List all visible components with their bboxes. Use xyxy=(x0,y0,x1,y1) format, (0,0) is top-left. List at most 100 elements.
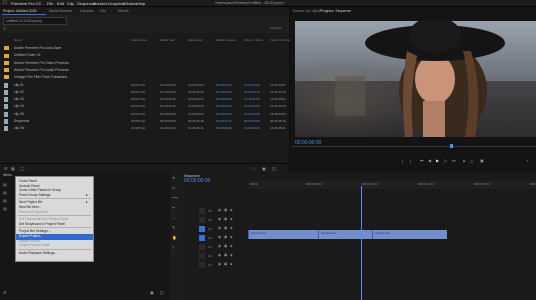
lock-icon[interactable]: ▣ xyxy=(224,262,227,266)
menu-item-clip[interactable]: Clip xyxy=(67,1,74,6)
playhead-bar[interactable] xyxy=(292,146,536,147)
menu-item[interactable]: Audio Playback Settings... xyxy=(19,251,57,256)
video-preview[interactable] xyxy=(295,21,536,137)
go-to-out-icon[interactable]: ⏭ xyxy=(452,158,456,163)
menu-item-file[interactable]: File xyxy=(47,1,53,6)
timeline-playhead[interactable] xyxy=(361,186,362,300)
column-header-video-out[interactable]: Video Out Point xyxy=(270,38,291,42)
timeline-clip[interactable]: clip 03.mov xyxy=(372,230,447,239)
selection-tool-icon[interactable]: ➤ xyxy=(172,175,175,180)
mark-in-icon[interactable]: { xyxy=(402,158,403,163)
icon-view-icon[interactable]: ▦ xyxy=(11,166,15,171)
timeline-clip[interactable]: clip 01.mov xyxy=(248,230,319,239)
list-item[interactable]: clip 06 23.976 fps 14:36:20:03 14:36:28:11 0… xyxy=(0,125,289,132)
ripple-edit-icon[interactable]: ⟶ xyxy=(172,195,178,200)
dropdown-anchor-label[interactable]: Menu xyxy=(3,172,12,178)
list-view-icon[interactable]: ☰ xyxy=(4,166,8,171)
menu-item-edit[interactable]: Edit xyxy=(57,1,64,6)
track-target-toggle[interactable] xyxy=(199,235,205,241)
track-select-icon[interactable]: ⇨ xyxy=(172,185,175,190)
lift-icon[interactable]: ▲ xyxy=(462,158,466,163)
track-target-toggle[interactable] xyxy=(199,253,205,259)
trash-icon[interactable]: ◫ xyxy=(160,290,164,295)
column-header-media-start[interactable]: Media Start xyxy=(160,38,175,42)
go-to-in-icon[interactable]: ⏮ xyxy=(420,158,424,163)
list-item[interactable]: clip 03 23.976 fps 14:45:01:06 14:45:09:21 0… xyxy=(0,96,289,103)
column-header-media-end[interactable]: Media End xyxy=(188,38,202,42)
lock-icon[interactable]: ▣ xyxy=(224,235,227,239)
tab-media-browser[interactable]: Media Browser xyxy=(49,7,72,15)
search-icon[interactable]: ⚲ xyxy=(3,26,6,31)
menu-item-markers[interactable]: Markers xyxy=(93,1,107,6)
list-item[interactable]: Sequence 23.976 fps 00:00:00:00 00:00:25:16… xyxy=(0,118,289,125)
eye-icon[interactable]: ◉ xyxy=(218,217,221,221)
eye-icon[interactable]: ◉ xyxy=(218,208,221,212)
menu-item-graphics[interactable]: Graphics xyxy=(108,1,124,6)
apple-logo-icon[interactable]:  xyxy=(3,0,7,6)
new-bin-icon[interactable]: □ xyxy=(252,166,254,171)
mark-out-icon[interactable]: } xyxy=(410,158,411,163)
play-icon[interactable]: ▶ xyxy=(436,158,439,163)
list-item[interactable]: clip 04 23.976 fps 14:40:12:02 14:40:20:13 0… xyxy=(0,103,289,110)
trash-icon[interactable]: ◫ xyxy=(272,166,276,171)
zoom-slider-icon[interactable]: ◯ xyxy=(20,166,24,171)
list-item[interactable]: Vintage Film Filter Pack Transitions xyxy=(0,74,289,81)
time-ruler[interactable] xyxy=(248,181,536,189)
list-item[interactable]: Adobe Premiere Pro Audio Previews xyxy=(0,67,289,74)
eye-icon[interactable]: ◉ xyxy=(218,235,221,239)
eye-icon[interactable]: ◉ xyxy=(218,244,221,248)
column-header-name[interactable]: Name xyxy=(14,38,22,42)
step-forward-icon[interactable]: ▷ xyxy=(444,158,447,163)
list-item[interactable]: clip 05 23.976 fps 14:38:44:09 14:38:52:04 0… xyxy=(0,111,289,118)
column-header-frame-rate[interactable]: Frame Rate xyxy=(131,38,147,42)
tab-source-monitor[interactable]: Source: (no clips) xyxy=(293,7,320,15)
sync-icon[interactable]: ◈ xyxy=(230,244,233,248)
eye-icon[interactable]: ◉ xyxy=(218,253,221,257)
timeline-timecode[interactable]: 00:00:00:00 xyxy=(184,178,210,184)
menu-item[interactable]: Panel Group Settings xyxy=(19,193,50,198)
list-item[interactable]: clip 01 23.976 fps 14:42:50:20 14:43:00:07 0… xyxy=(0,82,289,89)
list-view-icon[interactable]: ☰ xyxy=(3,290,7,295)
menu-item-help[interactable]: Help xyxy=(137,1,145,6)
sync-icon[interactable]: ◈ xyxy=(230,262,233,266)
button-editor-icon[interactable]: + xyxy=(526,158,528,163)
program-timecode[interactable]: 00:00:00:00 xyxy=(295,140,321,146)
tab-libraries[interactable]: Libraries xyxy=(80,7,93,15)
sync-icon[interactable]: ◈ xyxy=(230,226,233,230)
sync-icon[interactable]: ◈ xyxy=(230,208,233,212)
sync-icon[interactable]: ◈ xyxy=(230,217,233,221)
list-item[interactable]: Untitled Folder 01 xyxy=(0,52,289,59)
new-item-icon[interactable]: ▣ xyxy=(262,166,266,171)
column-header-media-duration[interactable]: Media Duration xyxy=(216,38,236,42)
tab-info[interactable]: Info xyxy=(100,7,106,15)
sync-icon[interactable]: ◈ xyxy=(230,235,233,239)
hand-tool-icon[interactable]: ✋ xyxy=(172,235,177,240)
lock-icon[interactable]: ▣ xyxy=(224,253,227,257)
menu-item-app[interactable]: Premiere Pro CC xyxy=(11,1,41,6)
column-header-video-in[interactable]: Video In Point xyxy=(244,38,263,42)
pen-tool-icon[interactable]: ✎ xyxy=(172,225,175,230)
lock-icon[interactable]: ▣ xyxy=(224,208,227,212)
track-target-toggle[interactable] xyxy=(199,208,205,214)
project-name-field[interactable]: Untitled 12.2018.prproj xyxy=(3,17,67,25)
step-back-icon[interactable]: ◀ xyxy=(428,158,431,163)
eye-icon[interactable]: ◉ xyxy=(218,262,221,266)
track-target-toggle[interactable] xyxy=(199,262,205,268)
export-frame-icon[interactable]: ▣ xyxy=(480,158,484,163)
track-target-toggle[interactable] xyxy=(199,217,205,223)
eye-icon[interactable]: ◉ xyxy=(218,226,221,230)
lock-icon[interactable]: ▣ xyxy=(224,226,227,230)
sync-icon[interactable]: ◈ xyxy=(230,253,233,257)
list-item[interactable]: clip 02 23.976 fps 14:49:06:14 14:49:12:10 0… xyxy=(0,89,289,96)
menu-item[interactable]: Set Storyboard in Project Panel xyxy=(19,222,65,227)
lock-icon[interactable]: ▣ xyxy=(224,244,227,248)
lock-icon[interactable]: ▣ xyxy=(224,217,227,221)
extract-icon[interactable]: △ xyxy=(470,158,473,163)
razor-tool-icon[interactable]: ✂ xyxy=(172,205,175,210)
menu-item-window[interactable]: Window xyxy=(123,1,137,6)
list-item[interactable]: Adobe Premiere Pro Video Previews xyxy=(0,60,289,67)
slip-tool-icon[interactable]: ↔ xyxy=(172,215,176,220)
track-target-toggle[interactable] xyxy=(199,226,205,232)
list-item[interactable]: Adobe Premiere Pro Auto-Save xyxy=(0,45,289,52)
track-target-toggle[interactable] xyxy=(199,244,205,250)
